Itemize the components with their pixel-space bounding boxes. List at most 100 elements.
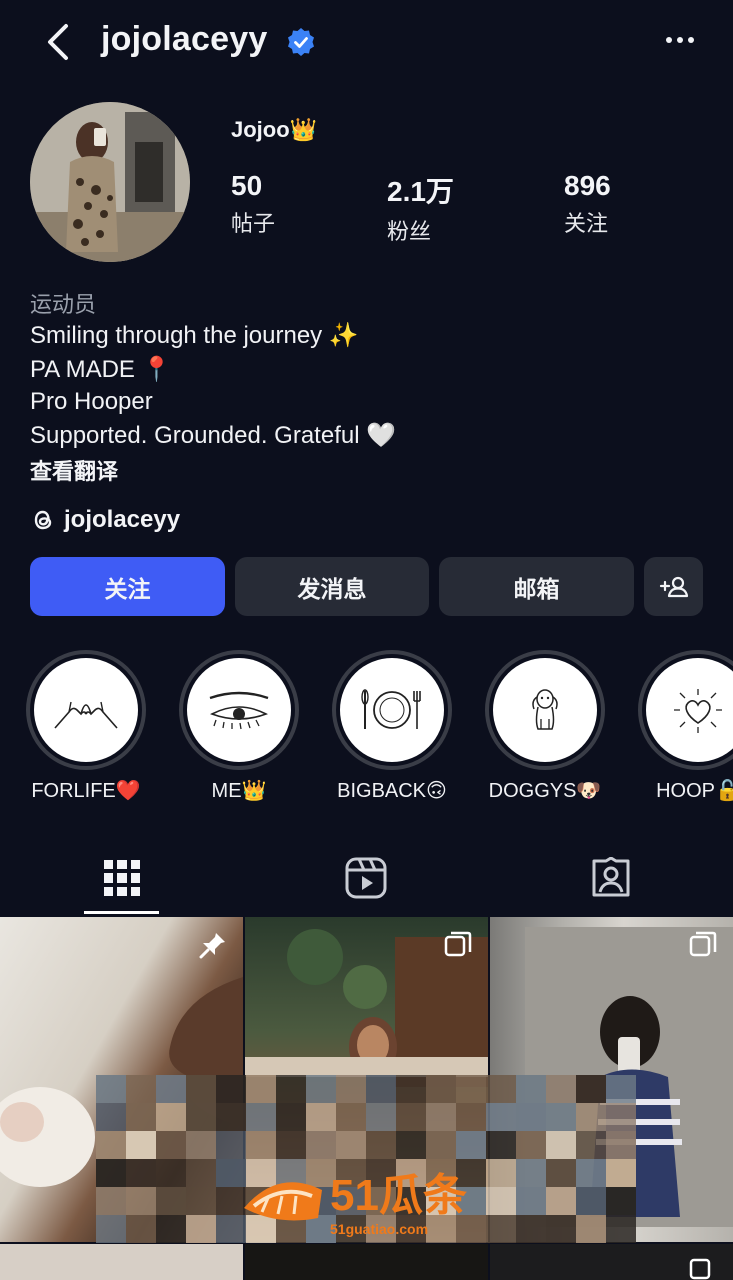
- highlight-hoop[interactable]: HOOP🔓: [638, 650, 733, 802]
- mosaic-tile: [156, 1075, 186, 1103]
- highlight-ring: [26, 650, 146, 770]
- highlight-label: HOOP🔓: [656, 780, 733, 802]
- mosaic-tile: [156, 1187, 186, 1215]
- tab-tagged[interactable]: [489, 840, 733, 916]
- dog-icon: [532, 689, 558, 730]
- mosaic-tile: [186, 1215, 216, 1243]
- message-button[interactable]: 发消息: [235, 557, 429, 616]
- mosaic-tile: [366, 1075, 396, 1103]
- post-thumbnail[interactable]: [245, 1244, 488, 1280]
- mosaic-tile: [96, 1187, 126, 1215]
- eye-lashes-icon: [209, 691, 269, 730]
- suggest-user-button[interactable]: [644, 557, 703, 616]
- threads-icon: [34, 510, 52, 530]
- followers-count[interactable]: 2.1万 粉丝: [387, 170, 454, 246]
- pin-icon: [199, 933, 225, 959]
- following-count-value: 896: [564, 170, 611, 201]
- profile-category: 运动员: [30, 292, 97, 317]
- mosaic-tile: [456, 1103, 486, 1131]
- mosaic-tile: [126, 1187, 156, 1215]
- mosaic-tile: [276, 1103, 306, 1131]
- mosaic-tile: [186, 1103, 216, 1131]
- following-count[interactable]: 896 关注: [564, 170, 611, 238]
- mosaic-tile: [606, 1131, 636, 1159]
- email-button[interactable]: 邮箱: [439, 557, 634, 616]
- highlight-label: DOGGYS🐶: [488, 780, 602, 802]
- mosaic-tile: [306, 1075, 336, 1103]
- top-bar: jojolaceyy: [0, 0, 733, 84]
- active-tab-indicator: [84, 911, 159, 914]
- post-thumbnail[interactable]: [0, 1244, 243, 1280]
- mosaic-tile: [606, 1075, 636, 1103]
- highlight-bigback[interactable]: BIGBACK🙃: [332, 650, 452, 802]
- mosaic-tile: [336, 1075, 366, 1103]
- mosaic-tile: [306, 1103, 336, 1131]
- mosaic-tile: [516, 1103, 546, 1131]
- mosaic-tile: [396, 1131, 426, 1159]
- mosaic-tile: [126, 1215, 156, 1243]
- mosaic-tile: [486, 1131, 516, 1159]
- highlight-cover: [340, 658, 444, 762]
- tab-reels[interactable]: [244, 840, 488, 916]
- see-translation-link[interactable]: 查看翻译: [30, 454, 118, 486]
- highlight-ring: [332, 650, 452, 770]
- mosaic-tile: [546, 1159, 576, 1187]
- mosaic-tile: [366, 1131, 396, 1159]
- grid-icon: [104, 860, 140, 896]
- mosaic-tile: [396, 1103, 426, 1131]
- display-name: Jojoo👑: [231, 117, 318, 142]
- verified-badge-icon: [288, 28, 314, 56]
- mosaic-tile: [156, 1103, 186, 1131]
- more-horizontal-icon[interactable]: [660, 28, 700, 52]
- mosaic-tile: [186, 1131, 216, 1159]
- pinky-promise-icon: [54, 701, 118, 729]
- mosaic-tile: [216, 1103, 246, 1131]
- mosaic-tile: [396, 1075, 426, 1103]
- highlight-ring: [485, 650, 605, 770]
- mosaic-tile: [426, 1075, 456, 1103]
- mosaic-tile: [96, 1075, 126, 1103]
- highlight-ring: [638, 650, 733, 770]
- mosaic-tile: [276, 1131, 306, 1159]
- mosaic-tile: [156, 1215, 186, 1243]
- followers-count-label: 粉丝: [387, 219, 432, 244]
- mosaic-tile: [96, 1131, 126, 1159]
- threads-link[interactable]: jojolaceyy: [30, 505, 180, 535]
- profile-avatar[interactable]: [30, 102, 190, 262]
- tagged-person-icon: [592, 857, 630, 897]
- posts-count[interactable]: 50 帖子: [231, 170, 275, 238]
- mosaic-tile: [456, 1075, 486, 1103]
- mosaic-tile: [576, 1215, 606, 1243]
- mosaic-tile: [516, 1159, 546, 1187]
- mosaic-tile: [126, 1075, 156, 1103]
- watermark-logo: 51瓜条 51guatiao.com: [238, 1160, 498, 1240]
- tab-grid[interactable]: [0, 840, 244, 916]
- mosaic-tile: [96, 1159, 126, 1187]
- post-thumbnail[interactable]: [490, 1244, 733, 1280]
- mosaic-tile: [366, 1103, 396, 1131]
- carousel-icon: [689, 1258, 711, 1280]
- highlight-forlife[interactable]: FORLIFE❤️: [26, 650, 146, 802]
- profile-tabs: [0, 840, 733, 916]
- mosaic-tile: [246, 1075, 276, 1103]
- reels-icon: [345, 857, 387, 899]
- add-person-icon: [659, 576, 688, 597]
- mosaic-tile: [126, 1131, 156, 1159]
- profile-username: jojolaceyy: [101, 20, 268, 58]
- mosaic-tile: [486, 1103, 516, 1131]
- mosaic-tile: [96, 1215, 126, 1243]
- mosaic-tile: [516, 1215, 546, 1243]
- chevron-left-icon[interactable]: [40, 22, 76, 62]
- mosaic-tile: [216, 1075, 246, 1103]
- posts-count-label: 帖子: [231, 211, 276, 236]
- follow-button[interactable]: 关注: [30, 557, 225, 616]
- highlight-cover: [34, 658, 138, 762]
- mosaic-tile: [276, 1075, 306, 1103]
- highlight-doggys[interactable]: DOGGYS🐶: [485, 650, 605, 802]
- mosaic-tile: [546, 1103, 576, 1131]
- highlight-cover: [187, 658, 291, 762]
- mosaic-tile: [576, 1131, 606, 1159]
- highlight-me[interactable]: ME👑: [179, 650, 299, 802]
- bio-line: PA MADE 📍: [30, 356, 172, 383]
- mosaic-tile: [246, 1131, 276, 1159]
